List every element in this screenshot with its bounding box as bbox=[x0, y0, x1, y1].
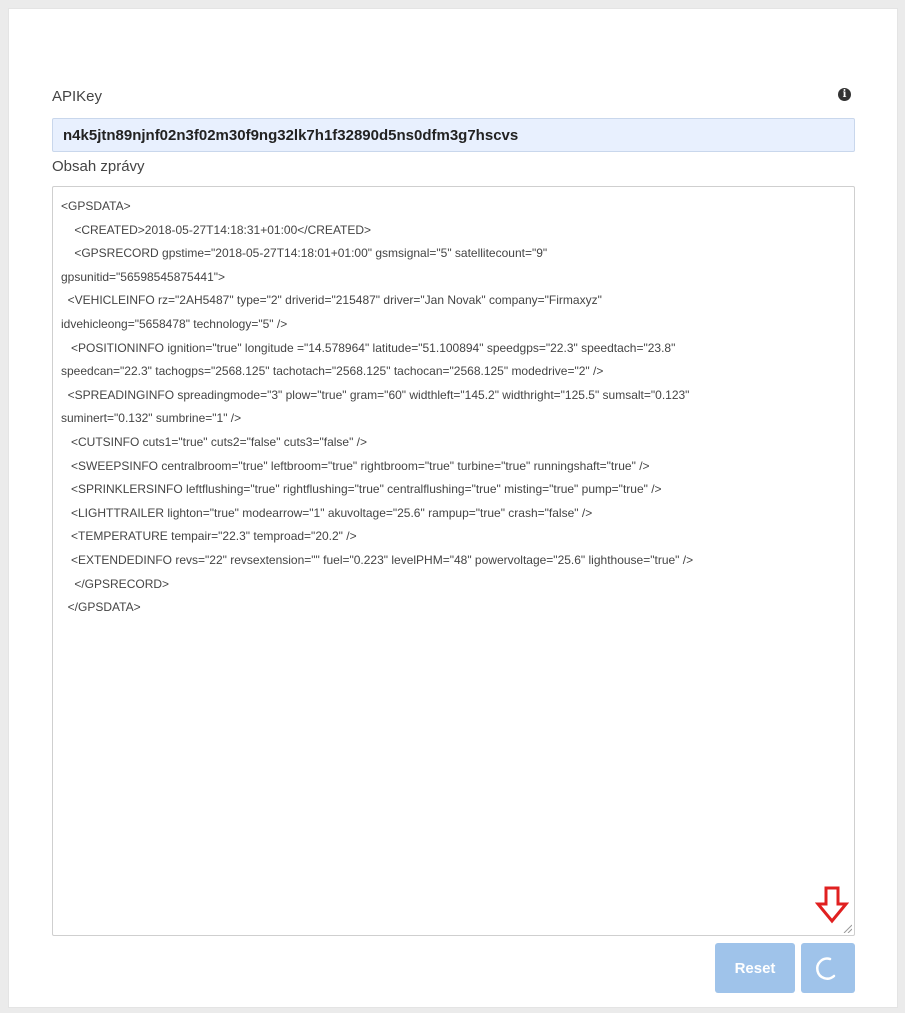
message-line: idvehicleong="5658478" technology="5" /> bbox=[61, 316, 288, 331]
apikey-input[interactable] bbox=[52, 118, 855, 152]
apikey-label: APIKey bbox=[52, 88, 103, 105]
message-line: <GPSRECORD gpstime="2018-05-27T14:18:01+… bbox=[61, 246, 548, 261]
message-line: <CREATED>2018-05-27T14:18:31+01:00</CREA… bbox=[61, 222, 372, 237]
message-line: <CUTSINFO cuts1="true" cuts2="false" cut… bbox=[61, 434, 368, 449]
message-line: gpsunitid="56598545875441"> bbox=[61, 269, 226, 284]
message-label: Obsah zprávy bbox=[52, 158, 145, 175]
message-line: <TEMPERATURE tempair="22.3" temproad="20… bbox=[61, 529, 357, 544]
message-line: suminert="0.132" sumbrine="1" /> bbox=[61, 411, 242, 426]
info-circle-icon[interactable]: i bbox=[838, 88, 851, 101]
message-line: <EXTENDEDINFO revs="22" revsextension=""… bbox=[61, 552, 694, 567]
message-line: <LIGHTTRAILER lighton="true" modearrow="… bbox=[61, 505, 593, 520]
message-line: </GPSRECORD> bbox=[61, 576, 170, 591]
resize-handle-icon[interactable] bbox=[842, 923, 852, 933]
spinner-icon bbox=[816, 957, 836, 980]
message-line: <SPREADINGINFO spreadingmode="3" plow="t… bbox=[61, 387, 690, 402]
arrow-down-icon bbox=[815, 886, 849, 924]
reset-button[interactable]: Reset bbox=[715, 943, 795, 993]
message-line: </GPSDATA> bbox=[61, 600, 141, 615]
message-line: <POSITIONINFO ignition="true" longitude … bbox=[61, 340, 676, 355]
send-button[interactable] bbox=[801, 943, 855, 993]
message-line: <SPRINKLERSINFO leftflushing="true" righ… bbox=[61, 482, 662, 497]
message-line: <SWEEPSINFO centralbroom="true" leftbroo… bbox=[61, 458, 650, 473]
message-line: speedcan="22.3" tachogps="2568.125" tach… bbox=[61, 364, 604, 379]
message-line: <VEHICLEINFO rz="2AH5487" type="2" drive… bbox=[61, 293, 602, 308]
message-textarea[interactable]: <GPSDATA> <CREATED>2018-05-27T14:18:31+0… bbox=[52, 186, 855, 936]
message-line: <GPSDATA> bbox=[61, 199, 131, 213]
